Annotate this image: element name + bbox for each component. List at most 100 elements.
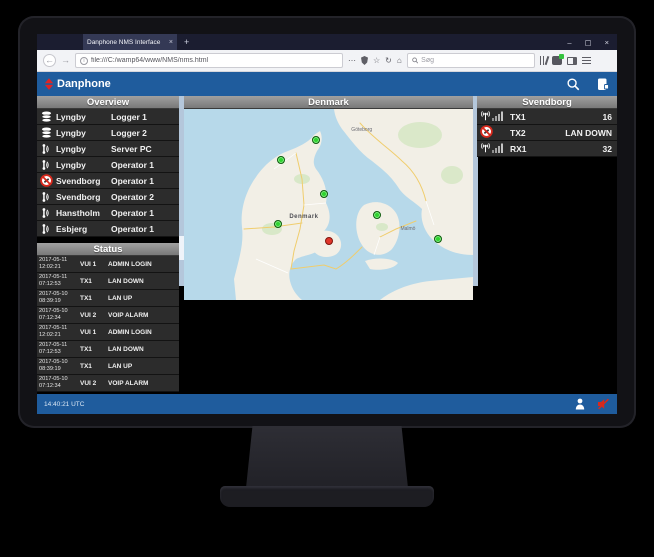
site-row[interactable]: TX116 — [477, 109, 617, 125]
phone-icon — [39, 191, 53, 203]
url-bar[interactable]: i file:///C:/wamp64/www/NMS/nms.html — [75, 53, 343, 68]
phone-icon — [39, 159, 53, 171]
status-row[interactable]: 2017-05-1112:02:21VUI 1ADMIN LOGIN — [37, 256, 179, 273]
menu-icon[interactable] — [582, 57, 591, 58]
brand-name: Danphone — [57, 78, 111, 90]
channel-label: RX1 — [510, 144, 527, 154]
utc-clock: 14:40:21 UTC — [44, 401, 84, 408]
source-label: TX1 — [80, 363, 108, 370]
timestamp: 2017-05-1107:12:53 — [39, 342, 80, 355]
source-label: TX1 — [80, 295, 108, 302]
map-marker-ok[interactable] — [274, 220, 282, 228]
timestamp: 2017-05-1008:39:19 — [39, 291, 80, 304]
extension-icon[interactable] — [552, 56, 562, 65]
device-label: Operator 2 — [111, 192, 154, 202]
source-label: VUI 2 — [80, 380, 108, 387]
site-info-icon[interactable]: i — [80, 57, 88, 65]
status-row[interactable]: 2017-05-1007:12:34VUI 2VOIP ALARM — [37, 375, 179, 392]
overview-row[interactable]: LyngbyLogger 2 — [37, 125, 179, 141]
map-marker-ok[interactable] — [373, 211, 381, 219]
map-marker-ok[interactable] — [277, 156, 285, 164]
source-label: TX1 — [80, 346, 108, 353]
overview-row[interactable]: LyngbyOperator 1 — [37, 157, 179, 173]
site-panel-header: Svendborg — [477, 96, 617, 109]
timestamp: 2017-05-1112:02:21 — [39, 325, 80, 338]
device-label: Operator 1 — [111, 176, 154, 186]
channel-label: TX2 — [510, 128, 526, 138]
overview-row[interactable]: HanstholmOperator 1 — [37, 205, 179, 221]
tracking-shield-icon[interactable] — [361, 56, 368, 65]
search-input[interactable] — [421, 57, 530, 64]
signal-bars-icon — [492, 143, 504, 155]
map-marker-ok[interactable] — [320, 190, 328, 198]
site-label: Esbjerg — [56, 224, 108, 234]
source-label: VUI 1 — [80, 261, 108, 268]
map-label: Denmark — [289, 214, 318, 220]
overview-list: LyngbyLogger 1LyngbyLogger 2LyngbyServer… — [37, 109, 179, 237]
audio-muted-icon[interactable] — [597, 398, 610, 410]
site-row[interactable]: RX132 — [477, 141, 617, 157]
map-marker-alarm[interactable] — [325, 237, 333, 245]
overview-row[interactable]: SvendborgOperator 1 — [37, 173, 179, 189]
refresh-icon[interactable]: ↻ — [385, 57, 392, 65]
map-header: Denmark — [184, 96, 473, 109]
overview-row[interactable]: SvendborgOperator 2 — [37, 189, 179, 205]
user-icon[interactable] — [575, 398, 585, 410]
phone-blocked-icon — [39, 174, 53, 187]
source-label: VUI 2 — [80, 312, 108, 319]
site-row[interactable]: TX2 LAN DOWN — [477, 125, 617, 141]
timestamp: 2017-05-1007:12:34 — [39, 308, 80, 321]
close-button[interactable]: × — [605, 38, 609, 47]
status-list: 2017-05-1112:02:21VUI 1ADMIN LOGIN2017-0… — [37, 256, 179, 392]
status-row[interactable]: 2017-05-1008:39:19TX1LAN UP — [37, 358, 179, 375]
footer-icons — [575, 398, 610, 410]
maximize-button[interactable]: ▢ — [585, 38, 592, 47]
channel-value: LAN DOWN — [565, 128, 614, 138]
source-label: VUI 1 — [80, 329, 108, 336]
device-label: Operator 1 — [111, 208, 154, 218]
header-icons — [566, 77, 610, 92]
map-label: Malmö — [400, 226, 415, 232]
timestamp: 2017-05-1008:39:19 — [39, 359, 80, 372]
denmark-map[interactable]: DenmarkGöteborgMalmö — [184, 109, 473, 300]
timestamp: 2017-05-1007:12:34 — [39, 376, 80, 389]
event-label: ADMIN LOGIN — [108, 329, 152, 336]
back-button[interactable]: ← — [43, 54, 56, 67]
bookmark-star-icon[interactable]: ☆ — [373, 57, 380, 65]
site-label: Lyngby — [56, 128, 108, 138]
status-row[interactable]: 2017-05-1008:39:19TX1LAN UP — [37, 290, 179, 307]
forward-button[interactable]: → — [61, 56, 70, 65]
overview-row[interactable]: LyngbyLogger 1 — [37, 109, 179, 125]
minimize-button[interactable]: – — [567, 38, 571, 47]
device-label: Server PC — [111, 144, 152, 154]
timestamp: 2017-05-1112:02:21 — [39, 257, 80, 270]
new-tab-button[interactable]: + — [184, 37, 189, 47]
map-marker-ok[interactable] — [434, 235, 442, 243]
logout-icon[interactable] — [596, 77, 610, 92]
status-row[interactable]: 2017-05-1107:12:53TX1LAN DOWN — [37, 273, 179, 290]
tab-close-icon[interactable]: × — [169, 39, 173, 46]
site-label: Hanstholm — [56, 208, 108, 218]
browser-search-field[interactable] — [407, 53, 535, 68]
event-label: VOIP ALARM — [108, 312, 148, 319]
monitor-stand-base — [220, 486, 434, 507]
library-icon[interactable] — [540, 56, 548, 65]
overview-row[interactable]: EsbjergOperator 1 — [37, 221, 179, 237]
site-label: Lyngby — [56, 112, 108, 122]
event-label: LAN DOWN — [108, 278, 144, 285]
status-row[interactable]: 2017-05-1107:12:53TX1LAN DOWN — [37, 341, 179, 358]
status-header: Status — [37, 243, 179, 256]
status-row[interactable]: 2017-05-1007:12:34VUI 2VOIP ALARM — [37, 307, 179, 324]
home-icon[interactable]: ⌂ — [397, 57, 402, 65]
phone-icon — [39, 207, 53, 219]
map-marker-ok[interactable] — [312, 136, 320, 144]
sidebar-icon[interactable] — [567, 57, 577, 65]
map-search-icon[interactable] — [566, 77, 581, 92]
monitor-stand-neck — [246, 426, 408, 488]
browser-tab[interactable]: Danphone NMS Interface × — [83, 34, 177, 50]
database-icon — [39, 111, 53, 123]
timestamp: 2017-05-1107:12:53 — [39, 274, 80, 287]
overview-row[interactable]: LyngbyServer PC — [37, 141, 179, 157]
status-row[interactable]: 2017-05-1112:02:21VUI 1ADMIN LOGIN — [37, 324, 179, 341]
page-actions-icon[interactable]: ⋯ — [348, 57, 356, 65]
